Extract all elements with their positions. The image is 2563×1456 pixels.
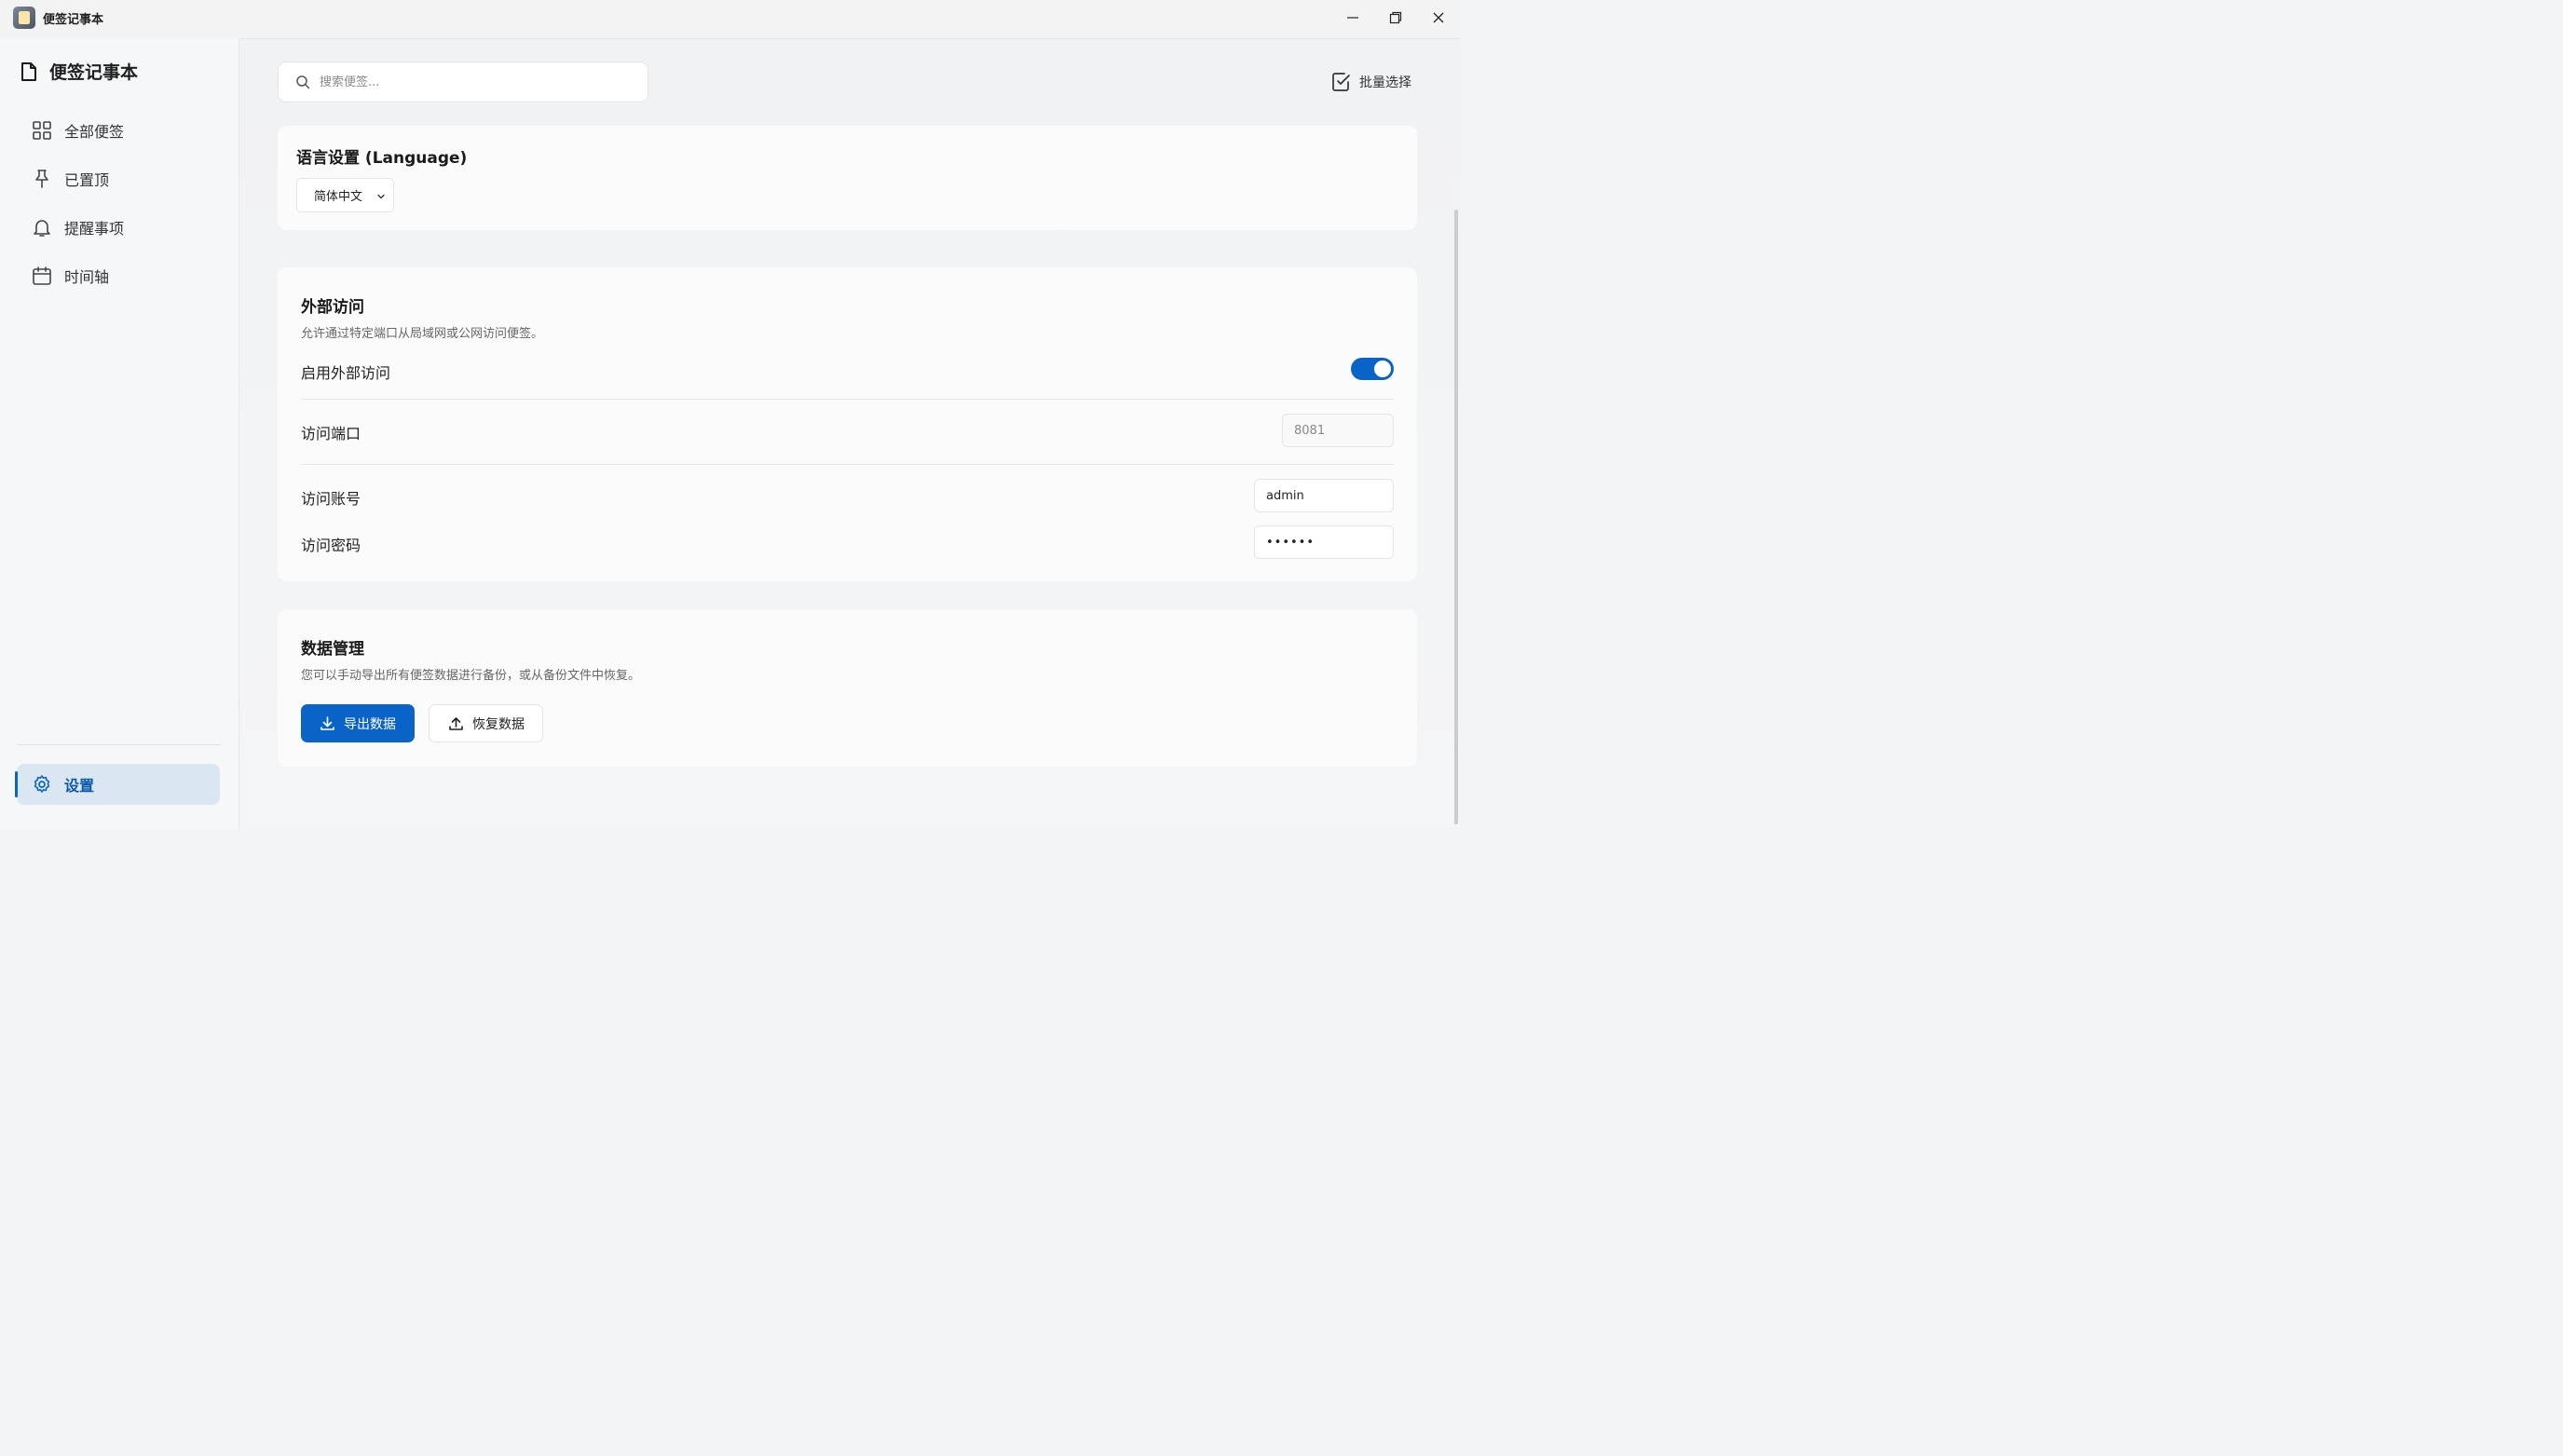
sidebar-item-label: 全部便签: [64, 123, 125, 141]
checkbox-icon: [1332, 73, 1350, 91]
minimize-icon: [1347, 17, 1358, 19]
language-settings-card: 语言设置 (Language) 简体中文: [278, 126, 1417, 230]
sidebar-item-label: 设置: [64, 777, 95, 795]
search-icon: [296, 75, 310, 89]
window-title: 便签记事本: [43, 13, 104, 27]
export-data-button[interactable]: 导出数据: [301, 704, 415, 742]
enable-external-access-toggle[interactable]: [1351, 358, 1394, 380]
sidebar: 便签记事本 全部便签 已置顶 提醒事项 时间轴 设置: [0, 38, 239, 830]
calendar-icon: [33, 266, 51, 285]
sidebar-item-all-notes[interactable]: 全部便签: [17, 110, 220, 151]
account-label: 访问账号: [301, 490, 361, 508]
sidebar-item-settings[interactable]: 设置: [15, 764, 220, 805]
sidebar-item-label: 时间轴: [64, 268, 110, 286]
batch-select-button[interactable]: 批量选择: [1331, 72, 1411, 92]
batch-select-label: 批量选择: [1359, 75, 1411, 90]
sidebar-item-label: 已置顶: [64, 171, 110, 189]
gear-icon: [34, 775, 50, 793]
restore-icon: [1389, 11, 1402, 24]
data-management-card: 数据管理 您可以手动导出所有便签数据进行备份，或从备份文件中恢复。 导出数据 恢…: [278, 609, 1417, 767]
password-label: 访问密码: [301, 537, 361, 554]
chevron-down-icon: [377, 194, 385, 199]
restore-data-label: 恢复数据: [472, 716, 525, 732]
external-access-title: 外部访问: [301, 298, 364, 317]
enable-external-access-label: 启用外部访问: [301, 364, 391, 382]
port-label: 访问端口: [301, 425, 361, 442]
grid-icon: [33, 121, 51, 140]
data-management-title: 数据管理: [301, 640, 364, 659]
close-icon: [1433, 12, 1444, 23]
close-button[interactable]: [1417, 0, 1460, 35]
language-selected-value: 简体中文: [314, 190, 363, 204]
active-indicator: [15, 771, 18, 797]
main-content: 批量选择 语言设置 (Language) 简体中文 外部访问 允许通过特定端口从…: [240, 38, 1460, 830]
sidebar-item-label: 提醒事项: [64, 220, 125, 238]
bell-icon: [34, 220, 50, 237]
sidebar-item-pinned[interactable]: 已置顶: [17, 158, 220, 199]
restore-button[interactable]: [1374, 0, 1417, 35]
language-select[interactable]: 简体中文: [296, 178, 394, 212]
external-access-description: 允许通过特定端口从局域网或公网访问便签。: [301, 327, 544, 341]
restore-data-button[interactable]: 恢复数据: [429, 704, 543, 742]
divider: [301, 399, 1394, 400]
external-access-card: 外部访问 允许通过特定端口从局域网或公网访问便签。 启用外部访问 访问端口 80…: [278, 267, 1417, 581]
data-management-description: 您可以手动导出所有便签数据进行备份，或从备份文件中恢复。: [301, 669, 641, 683]
account-field[interactable]: admin: [1254, 479, 1394, 512]
app-logo-icon: [13, 7, 35, 29]
app-window: 便签记事本 便签记事本 全部便签 已置顶 提醒事项 时间轴 设置 搜索便签...…: [0, 0, 1460, 830]
divider: [301, 464, 1394, 465]
sidebar-item-timeline[interactable]: 时间轴: [17, 255, 220, 296]
brand: 便签记事本: [19, 59, 138, 84]
search-box[interactable]: [278, 61, 648, 102]
sidebar-item-reminders[interactable]: 提醒事项: [17, 207, 220, 248]
pin-icon: [35, 170, 48, 188]
upload-icon: [449, 717, 463, 730]
search-input[interactable]: [320, 75, 618, 89]
port-field[interactable]: 8081: [1282, 414, 1394, 447]
minimize-button[interactable]: [1331, 0, 1374, 35]
title-bar: 便签记事本: [0, 0, 1460, 38]
note-icon: [21, 61, 36, 81]
sidebar-divider: [17, 744, 221, 745]
password-field[interactable]: ••••••: [1254, 525, 1394, 559]
brand-title: 便签记事本: [49, 62, 139, 83]
download-icon: [320, 716, 334, 730]
export-data-label: 导出数据: [344, 716, 396, 732]
scrollbar[interactable]: [1454, 210, 1458, 824]
language-title: 语言设置 (Language): [296, 149, 468, 168]
